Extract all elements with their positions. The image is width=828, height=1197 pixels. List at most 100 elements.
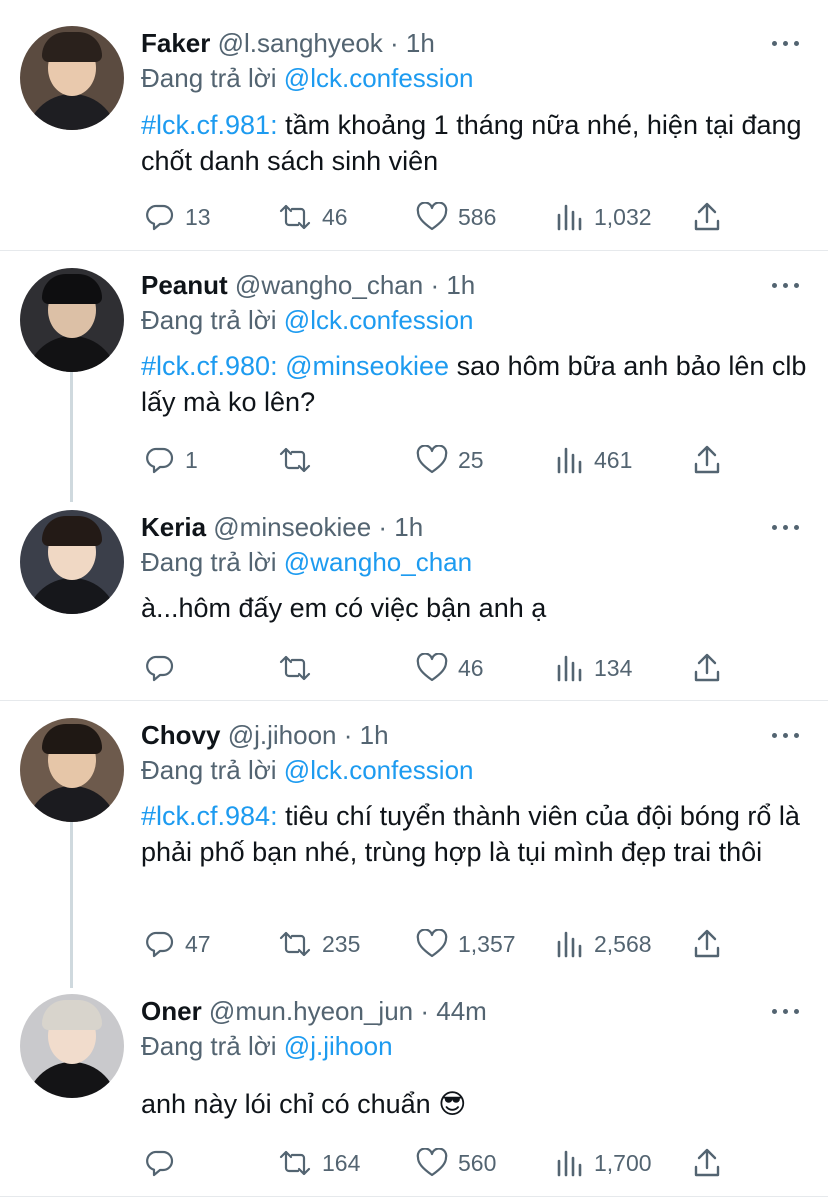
replying-to: Đang trả lời @wangho_chan — [141, 546, 472, 578]
display-name[interactable]: Faker — [141, 28, 210, 58]
reply-button[interactable] — [145, 648, 185, 688]
heart-icon — [416, 445, 448, 474]
retweet-button[interactable] — [278, 440, 322, 480]
tweet-body: anh này lói chỉ có chuẩn 😎 — [141, 1089, 467, 1119]
reply-mention-link[interactable]: @wangho_chan — [284, 547, 472, 577]
user-handle[interactable]: @l.sanghyeok — [218, 28, 383, 58]
user-handle[interactable]: @wangho_chan — [235, 270, 423, 300]
more-icon[interactable] — [772, 281, 800, 291]
share-button[interactable] — [693, 440, 721, 480]
views-button[interactable]: 461 — [556, 440, 632, 480]
reply-icon — [146, 204, 174, 231]
tweet-header: Peanut @wangho_chan · 1h — [141, 269, 475, 301]
views-button[interactable]: 2,568 — [556, 924, 652, 964]
reply-icon — [146, 655, 174, 682]
retweet-count: 46 — [322, 203, 348, 230]
like-button[interactable]: 46 — [416, 648, 484, 688]
more-icon[interactable] — [772, 1007, 800, 1017]
avatar[interactable] — [20, 718, 124, 822]
like-button[interactable]: 25 — [416, 440, 484, 480]
retweet-button[interactable]: 164 — [278, 1143, 360, 1183]
reply-prefix: Đang trả lời — [141, 1031, 277, 1061]
tweet-text: anh này lói chỉ có chuẩn 😎 — [141, 1086, 811, 1122]
tweet-actions: 164 560 1,700 — [0, 1143, 828, 1183]
like-count: 25 — [458, 446, 484, 473]
replying-to: Đang trả lời @j.jihoon — [141, 1030, 393, 1062]
display-name[interactable]: Keria — [141, 512, 206, 542]
timestamp[interactable]: · 44m — [420, 996, 486, 1026]
retweet-count: 235 — [322, 930, 361, 957]
mention-link[interactable]: @minseokiee — [278, 351, 449, 381]
tweet-header: Keria @minseokiee · 1h — [141, 511, 423, 543]
reply-count: 47 — [185, 930, 211, 957]
timestamp[interactable]: · 1h — [344, 720, 389, 750]
like-count: 586 — [458, 203, 497, 230]
hashtag-link[interactable]: #lck.cf.981: — [141, 110, 278, 140]
reply-count: 13 — [185, 203, 211, 230]
reply-mention-link[interactable]: @lck.confession — [284, 305, 474, 335]
user-handle[interactable]: @minseokiee — [213, 512, 371, 542]
avatar[interactable] — [20, 994, 124, 1098]
reply-mention-link[interactable]: @j.jihoon — [284, 1031, 393, 1061]
user-handle[interactable]: @j.jihoon — [228, 720, 337, 750]
views-button[interactable]: 1,032 — [556, 197, 652, 237]
share-button[interactable] — [693, 1143, 721, 1183]
heart-icon — [416, 202, 448, 231]
replying-to: Đang trả lời @lck.confession — [141, 304, 474, 336]
like-button[interactable]: 1,357 — [416, 924, 516, 964]
tweet-header: Faker @l.sanghyeok · 1h — [141, 27, 435, 59]
avatar[interactable] — [20, 510, 124, 614]
more-icon[interactable] — [772, 39, 800, 49]
display-name[interactable]: Oner — [141, 996, 202, 1026]
tweet-header: Oner @mun.hyeon_jun · 44m — [141, 995, 487, 1027]
views-icon — [557, 655, 582, 682]
retweet-icon — [279, 1150, 311, 1176]
reply-count: 1 — [185, 446, 198, 473]
thread-connector-line — [70, 372, 73, 502]
retweet-button[interactable]: 235 — [278, 924, 360, 964]
heart-icon — [416, 929, 448, 958]
views-button[interactable]: 134 — [556, 648, 632, 688]
tweet-text: à...hôm đấy em có việc bận anh ạ — [141, 590, 811, 626]
timestamp[interactable]: · 1h — [430, 270, 475, 300]
views-button[interactable]: 1,700 — [556, 1143, 652, 1183]
like-button[interactable]: 586 — [416, 197, 496, 237]
share-button[interactable] — [693, 924, 721, 964]
reply-icon — [146, 1150, 174, 1177]
reply-icon — [146, 447, 174, 474]
share-button[interactable] — [693, 197, 721, 237]
retweet-button[interactable]: 46 — [278, 197, 348, 237]
reply-button[interactable]: 47 — [145, 924, 211, 964]
avatar[interactable] — [20, 26, 124, 130]
display-name[interactable]: Chovy — [141, 720, 220, 750]
hashtag-link[interactable]: #lck.cf.984: — [141, 801, 278, 831]
more-icon[interactable] — [772, 523, 800, 533]
retweet-icon — [279, 447, 311, 473]
more-icon[interactable] — [772, 731, 800, 741]
display-name[interactable]: Peanut — [141, 270, 228, 300]
timestamp[interactable]: · 1h — [378, 512, 423, 542]
share-icon — [694, 202, 720, 231]
views-icon — [557, 204, 582, 231]
like-count: 560 — [458, 1149, 497, 1176]
retweet-button[interactable] — [278, 648, 322, 688]
tweet-divider — [0, 700, 828, 701]
tweet-divider — [0, 250, 828, 251]
reply-button[interactable]: 1 — [145, 440, 198, 480]
like-button[interactable]: 560 — [416, 1143, 496, 1183]
share-button[interactable] — [693, 648, 721, 688]
retweet-icon — [279, 655, 311, 681]
reply-mention-link[interactable]: @lck.confession — [284, 63, 474, 93]
view-count: 134 — [594, 654, 633, 681]
share-icon — [694, 653, 720, 682]
avatar[interactable] — [20, 268, 124, 372]
reply-button[interactable] — [145, 1143, 185, 1183]
reply-mention-link[interactable]: @lck.confession — [284, 755, 474, 785]
tweet-text: #lck.cf.981: tầm khoảng 1 tháng nữa nhé,… — [141, 107, 811, 179]
hashtag-link[interactable]: #lck.cf.980: — [141, 351, 278, 381]
user-handle[interactable]: @mun.hyeon_jun — [209, 996, 413, 1026]
reply-button[interactable]: 13 — [145, 197, 211, 237]
timestamp[interactable]: · 1h — [390, 28, 435, 58]
view-count: 1,700 — [594, 1149, 652, 1176]
like-count: 46 — [458, 654, 484, 681]
